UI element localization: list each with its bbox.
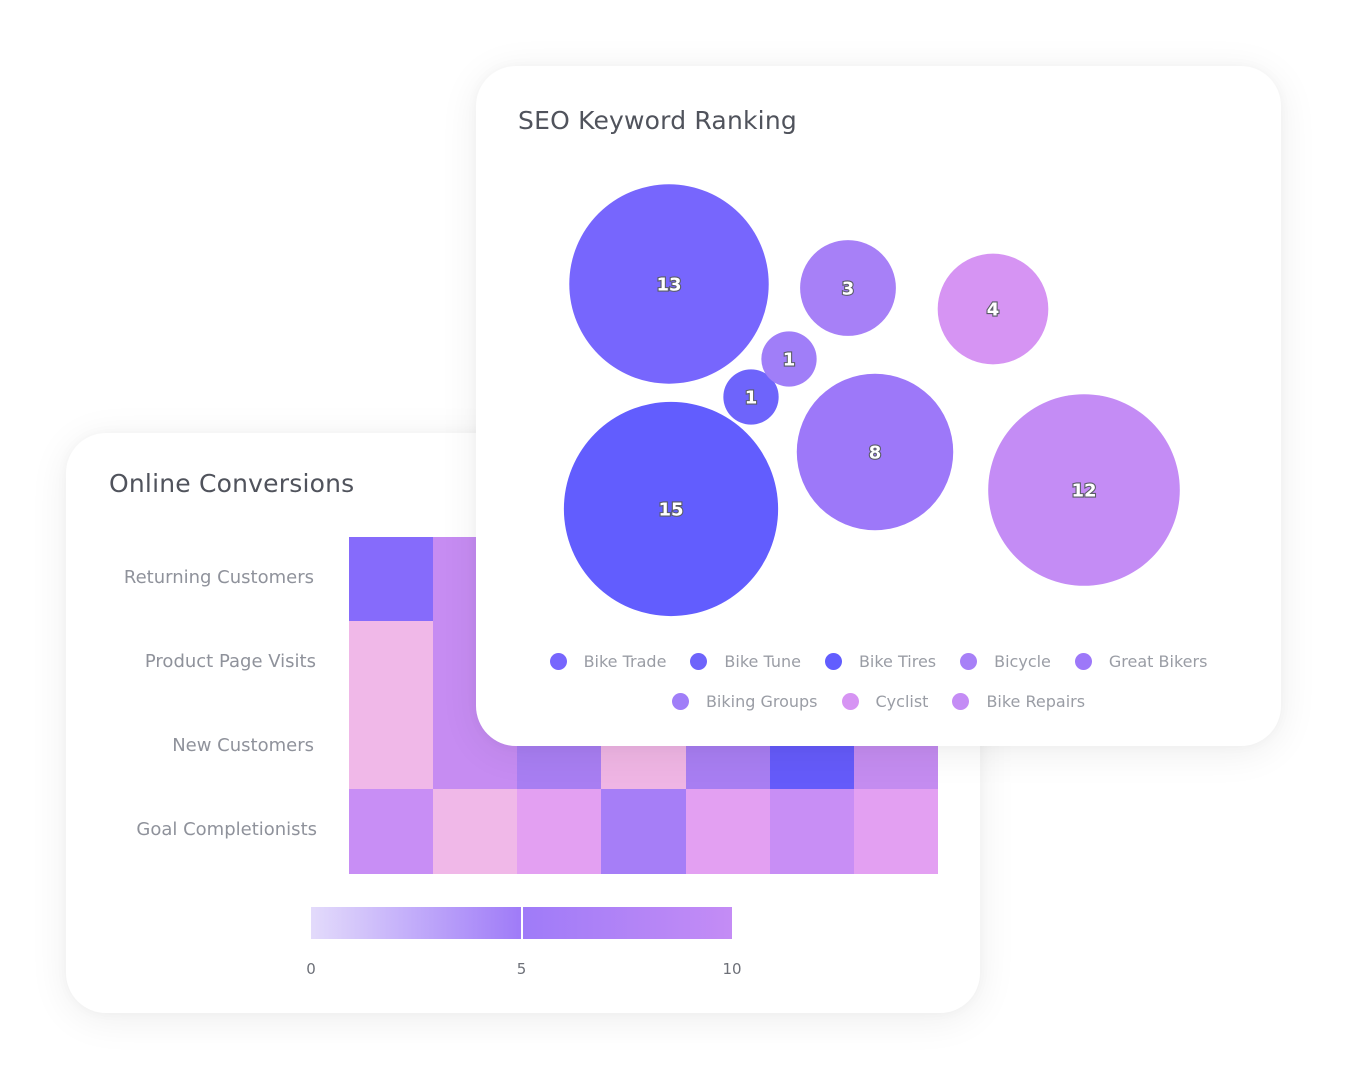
heatmap-row-label: New Customers (172, 735, 314, 756)
heatmap-row-label: Product Page Visits (144, 651, 316, 672)
bubble-bike-tires[interactable]: 15 (563, 401, 779, 617)
colorbar-tick-label: 5 (516, 960, 527, 978)
legend-label: Cyclist (875, 692, 929, 711)
heatmap-cell (517, 789, 602, 874)
legend-dot-icon (671, 693, 689, 710)
seo-keyword-ranking-card: SEO Keyword Ranking 13 1 15 3 8 1 4 12 Bike Tra… (476, 66, 1281, 746)
bubble-great-bikers[interactable]: 8 (796, 373, 954, 531)
colorbar-tick-label: 10 (722, 960, 742, 978)
heatmap-cell (349, 537, 434, 622)
legend-dot-icon (690, 653, 708, 670)
legend-dot-icon (960, 653, 978, 670)
legend-item-bike-tune[interactable]: Bike Tune (690, 652, 801, 671)
legend-label: Bike Trade (583, 652, 667, 671)
legend-label: Great Bikers (1108, 652, 1208, 671)
legend-item-bike-trade[interactable]: Bike Trade (549, 652, 667, 671)
bubble-value-label: 1 (783, 350, 796, 371)
heatmap-cell (601, 789, 687, 874)
legend-item-biking-groups[interactable]: Biking Groups (671, 692, 818, 711)
colorbar (311, 907, 732, 939)
bubble-value-label: 3 (842, 279, 855, 300)
bubble-value-label: 12 (1071, 481, 1096, 502)
legend-row: Biking Groups Cyclist Bike Repairs (476, 692, 1281, 711)
bubble-bike-repairs[interactable]: 12 (988, 394, 1180, 586)
bubble-value-label: 4 (987, 300, 1000, 321)
legend-label: Biking Groups (705, 692, 818, 711)
legend-dot-icon (952, 693, 970, 710)
legend-item-cyclist[interactable]: Cyclist (841, 692, 929, 711)
heatmap-cell (349, 621, 434, 706)
legend-label: Bicycle (994, 652, 1051, 671)
bubble-biking-groups[interactable]: 1 (761, 331, 817, 387)
heatmap-cell (853, 789, 939, 874)
heatmap-cell (433, 789, 518, 874)
legend-dot-icon (549, 653, 567, 670)
legend-item-bike-repairs[interactable]: Bike Repairs (952, 692, 1085, 711)
bubble-value-label: 15 (658, 500, 683, 521)
legend-row: Bike Trade Bike Tune Bike Tires Bicycle Grea… (476, 652, 1281, 671)
bubble-bicycle[interactable]: 3 (800, 240, 896, 336)
bubble-bike-trade[interactable]: 13 (569, 184, 769, 384)
legend-dot-icon (824, 653, 842, 670)
legend-item-bike-tires[interactable]: Bike Tires (824, 652, 937, 671)
online-conversions-title: Online Conversions (109, 469, 355, 498)
legend-item-bicycle[interactable]: Bicycle (960, 652, 1051, 671)
colorbar-segment (311, 907, 521, 939)
bubble-value-label: 1 (745, 388, 758, 409)
heatmap-cell (349, 705, 434, 790)
legend-label: Bike Tires (858, 652, 937, 671)
bubble-cyclist[interactable]: 4 (937, 253, 1049, 365)
legend-dot-icon (841, 693, 859, 710)
heatmap-row-labels: Returning Customers Product Page Visits Ne… (106, 537, 317, 873)
colorbar-tick-label: 0 (306, 960, 316, 978)
heatmap-cell (349, 789, 434, 874)
legend-label: Bike Repairs (986, 692, 1086, 711)
bubble-value-label: 13 (656, 275, 681, 296)
legend-dot-icon (1074, 653, 1092, 670)
heatmap-cell (769, 789, 855, 874)
bubble-chart: 13 1 15 3 8 1 4 12 (563, 184, 1180, 617)
legend-item-great-bikers[interactable]: Great Bikers (1074, 652, 1208, 671)
heatmap-cell (685, 789, 771, 874)
colorbar-segment (523, 907, 732, 939)
heatmap-row-label: Goal Completionists (136, 819, 317, 840)
legend-label: Bike Tune (724, 652, 801, 671)
heatmap-row-label: Returning Customers (123, 567, 314, 588)
bubble-value-label: 8 (869, 443, 882, 464)
